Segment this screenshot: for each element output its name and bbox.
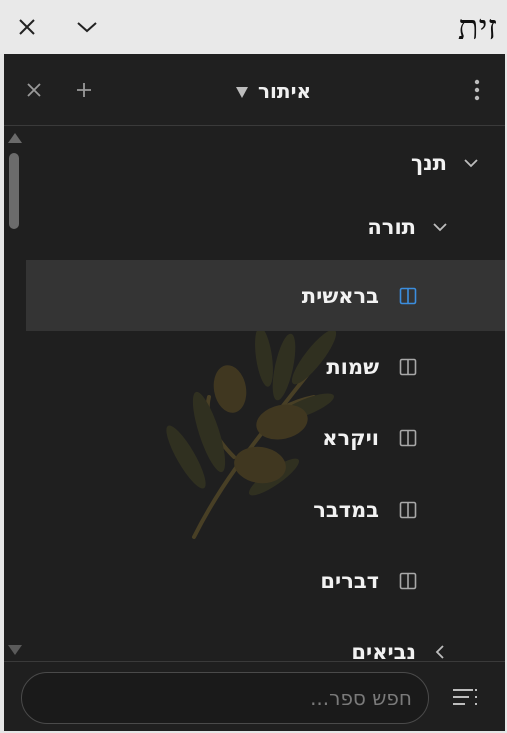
mode-selector[interactable]: איתור <box>236 76 311 106</box>
book-icon <box>399 358 417 376</box>
close-tab-button[interactable] <box>20 76 48 104</box>
close-icon <box>19 19 35 35</box>
book-label: במדבר <box>313 497 379 522</box>
add-tab-button[interactable] <box>70 76 98 104</box>
chevron-down-icon[interactable] <box>461 153 481 173</box>
tree-node-torah[interactable]: תורה <box>25 191 505 262</box>
book-label: שמות <box>326 354 379 379</box>
panel-header: איתור <box>4 54 505 126</box>
tree-node-label: תנך <box>411 150 447 175</box>
filter-button[interactable] <box>451 686 479 710</box>
book-item-bereshit[interactable]: בראשית <box>26 260 505 331</box>
book-label: ויקרא <box>322 425 379 450</box>
book-item-bamidbar[interactable]: במדבר <box>26 474 505 545</box>
book-label: דברים <box>320 568 379 593</box>
window-close-button[interactable] <box>12 12 42 42</box>
book-icon <box>399 287 417 305</box>
close-icon <box>27 83 41 97</box>
book-label: בראשית <box>301 283 379 308</box>
caret-down-icon <box>236 86 248 98</box>
scroll-down-arrow-icon[interactable] <box>8 645 22 655</box>
tree-node-label: נביאים <box>351 639 416 662</box>
tree-node-label: תורה <box>367 214 416 239</box>
book-icon <box>399 501 417 519</box>
navigator-panel: איתור תנך תורה בראשית שמות ויקרא במדבר ד… <box>4 54 505 731</box>
book-tree: תנך תורה בראשית שמות ויקרא במדבר דברים נ… <box>4 127 505 661</box>
scroll-up-arrow-icon[interactable] <box>8 133 22 143</box>
book-item-devarim[interactable]: דברים <box>26 545 505 616</box>
chevron-down-icon <box>77 22 97 33</box>
panel-footer <box>4 661 505 731</box>
scrollbar-thumb[interactable] <box>9 153 19 229</box>
book-item-vayikra[interactable]: ויקרא <box>26 402 505 473</box>
book-search-field[interactable] <box>21 672 429 724</box>
app-title: זית <box>457 8 497 48</box>
book-search-input[interactable] <box>22 673 428 723</box>
book-icon <box>399 429 417 447</box>
tree-scrollbar[interactable] <box>4 127 24 661</box>
tree-node-tanakh[interactable]: תנך <box>25 127 505 198</box>
filter-list-icon <box>453 689 477 705</box>
more-vertical-icon <box>474 79 480 101</box>
more-options-button[interactable] <box>463 76 491 104</box>
mode-selector-label: איתור <box>258 79 312 103</box>
book-item-shemot[interactable]: שמות <box>26 331 505 402</box>
tree-node-neviim[interactable]: נביאים <box>25 616 505 661</box>
window-collapse-button[interactable] <box>72 12 102 42</box>
window-titlebar: זית <box>0 0 507 54</box>
chevron-down-icon[interactable] <box>430 217 450 237</box>
plus-icon <box>77 83 91 97</box>
chevron-left-icon[interactable] <box>430 642 450 662</box>
book-icon <box>399 572 417 590</box>
